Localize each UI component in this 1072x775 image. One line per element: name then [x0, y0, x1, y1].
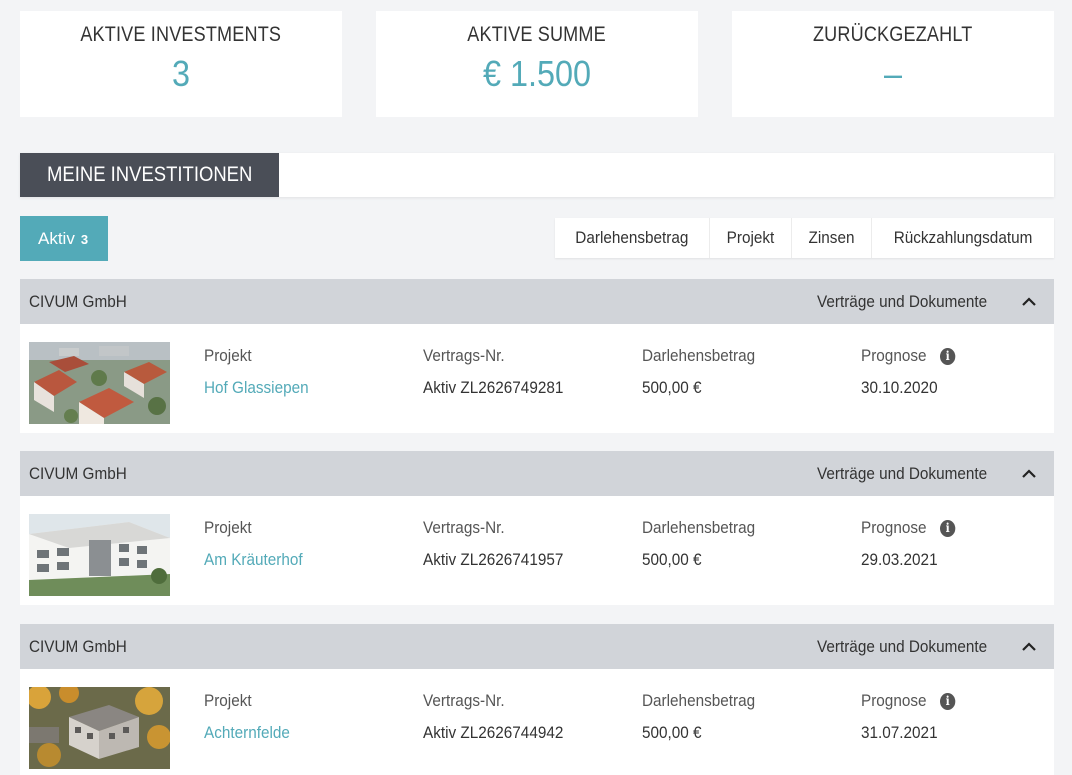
company-name: CIVUM GmbH [29, 637, 127, 656]
project-link[interactable]: Am Kräuterhof [204, 550, 314, 570]
contract-number: Aktiv ZL2626749281 [423, 378, 564, 397]
stat-label: AKTIVE SUMME [467, 23, 607, 46]
contract-number: Aktiv ZL2626741957 [423, 550, 564, 569]
investment-header[interactable]: CIVUM GmbH Verträge und Dokumente [20, 279, 1054, 324]
amount-value: 500,00 € [642, 723, 702, 742]
stat-value: 3 [171, 53, 191, 94]
contract-label: Vertrags-Nr. [423, 518, 505, 537]
forecast-label: Prognose i [861, 346, 957, 366]
contract-column: Vertrags-Nr. Aktiv ZL2626744942 [423, 691, 579, 743]
forecast-column: Prognose i 29.03.2021 [861, 518, 957, 570]
stat-value: – [883, 53, 903, 94]
documents-link[interactable]: Verträge und Dokumente [817, 451, 1006, 496]
forecast-date: 29.03.2021 [861, 550, 938, 569]
amount-value: 500,00 € [642, 550, 702, 569]
contract-label: Vertrags-Nr. [423, 346, 505, 365]
project-column: Projekt Am Kräuterhof [204, 518, 314, 570]
chevron-up-icon[interactable] [1022, 640, 1036, 654]
stat-label: AKTIVE INVESTMENTS [80, 23, 282, 46]
project-image [29, 514, 170, 596]
sort-darlehensbetrag-button[interactable]: Darlehensbetrag [555, 218, 709, 258]
investment-body: Projekt Achternfelde Vertrags-Nr. Aktiv … [20, 669, 1054, 775]
info-icon[interactable]: i [939, 520, 956, 537]
section-header: MEINE INVESTITIONEN [20, 153, 1054, 197]
chevron-up-icon[interactable] [1022, 295, 1036, 309]
stat-label: ZURÜCKGEZAHLT [813, 23, 973, 46]
contract-number: Aktiv ZL2626744942 [423, 723, 564, 742]
contract-column: Vertrags-Nr. Aktiv ZL2626741957 [423, 518, 579, 570]
forecast-date: 30.10.2020 [861, 378, 938, 397]
tab-count-badge: 3 [80, 232, 89, 247]
project-link[interactable]: Hof Glassiepen [204, 378, 320, 398]
project-label: Projekt [204, 691, 252, 710]
sort-buttons: Darlehensbetrag Projekt Zinsen Rückzahlu… [555, 218, 1054, 258]
project-link[interactable]: Achternfelde [204, 723, 299, 743]
amount-column: Darlehensbetrag 500,00 € [642, 691, 768, 743]
forecast-label: Prognose i [861, 691, 957, 711]
forecast-column: Prognose i 30.10.2020 [861, 346, 957, 398]
investment-card: CIVUM GmbH Verträge und Dokumente Projek… [20, 451, 1054, 605]
tab-aktiv[interactable]: Aktiv 3 [20, 216, 108, 261]
documents-link[interactable]: Verträge und Dokumente [817, 624, 1006, 669]
contract-label: Vertrags-Nr. [423, 691, 505, 710]
investment-header[interactable]: CIVUM GmbH Verträge und Dokumente [20, 451, 1054, 496]
section-title: MEINE INVESTITIONEN [20, 153, 279, 197]
project-column: Projekt Hof Glassiepen [204, 346, 320, 398]
investment-body: Projekt Am Kräuterhof Vertrags-Nr. Aktiv… [20, 496, 1054, 605]
company-name: CIVUM GmbH [29, 292, 127, 311]
project-label: Projekt [204, 518, 252, 537]
project-column: Projekt Achternfelde [204, 691, 299, 743]
forecast-label: Prognose i [861, 518, 957, 538]
tab-label: Aktiv [38, 229, 75, 248]
investment-body: Projekt Hof Glassiepen Vertrags-Nr. Akti… [20, 324, 1054, 433]
amount-column: Darlehensbetrag 500,00 € [642, 346, 768, 398]
sort-rueckzahlungsdatum-button[interactable]: Rückzahlungsdatum [870, 218, 1054, 258]
amount-label: Darlehensbetrag [642, 346, 756, 365]
sort-zinsen-button[interactable]: Zinsen [790, 218, 871, 258]
stat-card-active-investments: AKTIVE INVESTMENTS 3 [20, 11, 342, 117]
forecast-column: Prognose i 31.07.2021 [861, 691, 957, 743]
info-icon[interactable]: i [939, 348, 956, 365]
investment-header[interactable]: CIVUM GmbH Verträge und Dokumente [20, 624, 1054, 669]
info-icon[interactable]: i [939, 693, 956, 710]
sort-projekt-button[interactable]: Projekt [709, 218, 791, 258]
stat-card-repaid: ZURÜCKGEZAHLT – [732, 11, 1054, 117]
project-label: Projekt [204, 346, 252, 365]
investment-card: CIVUM GmbH Verträge und Dokumente Projek… [20, 279, 1054, 433]
company-name: CIVUM GmbH [29, 464, 127, 483]
forecast-date: 31.07.2021 [861, 723, 938, 742]
amount-value: 500,00 € [642, 378, 702, 397]
project-image [29, 687, 170, 769]
chevron-up-icon[interactable] [1022, 467, 1036, 481]
contract-column: Vertrags-Nr. Aktiv ZL2626749281 [423, 346, 579, 398]
stats-row: AKTIVE INVESTMENTS 3 AKTIVE SUMME € 1.50… [20, 11, 1054, 117]
amount-label: Darlehensbetrag [642, 691, 756, 710]
stat-card-active-sum: AKTIVE SUMME € 1.500 [376, 11, 698, 117]
filter-row: Aktiv 3 Darlehensbetrag Projekt Zinsen Rü… [20, 216, 1054, 261]
project-image [29, 342, 170, 424]
amount-label: Darlehensbetrag [642, 518, 756, 537]
investment-card: CIVUM GmbH Verträge und Dokumente Projek… [20, 624, 1054, 775]
stat-value: € 1.500 [482, 53, 592, 94]
documents-link[interactable]: Verträge und Dokumente [817, 279, 1006, 324]
amount-column: Darlehensbetrag 500,00 € [642, 518, 768, 570]
